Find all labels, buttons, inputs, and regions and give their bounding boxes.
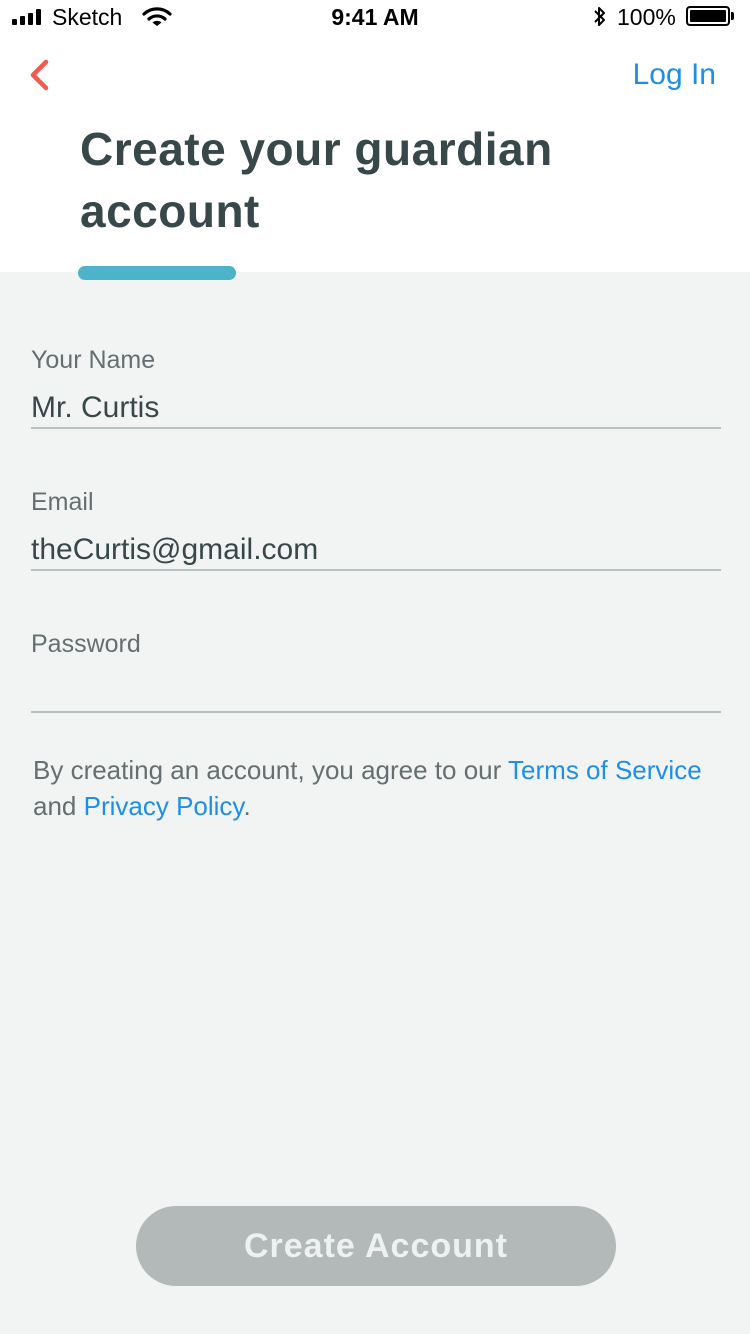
create-account-screen: Sketch 9:41 AM 100% Log In Create your g… — [0, 0, 750, 1334]
battery-fill — [690, 10, 726, 22]
name-field[interactable]: Your Name — [31, 346, 721, 429]
terms-suffix: . — [243, 791, 251, 821]
title-underline — [78, 266, 236, 280]
name-label: Your Name — [31, 346, 156, 374]
battery-cap — [731, 12, 734, 20]
bluetooth-icon — [592, 4, 608, 36]
privacy-policy-link[interactable]: Privacy Policy — [84, 791, 244, 821]
status-bar: Sketch 9:41 AM 100% — [0, 0, 750, 36]
terms-of-service-link[interactable]: Terms of Service — [508, 755, 702, 785]
name-input[interactable] — [31, 389, 721, 427]
email-label: Email — [31, 488, 94, 516]
create-account-button[interactable]: Create Account — [136, 1206, 616, 1286]
back-button[interactable] — [22, 56, 62, 96]
password-label: Password — [31, 630, 141, 658]
terms-middle: and — [33, 791, 84, 821]
terms-text: By creating an account, you agree to our… — [33, 752, 713, 824]
chevron-left-icon — [30, 59, 49, 91]
password-input[interactable] — [31, 673, 721, 711]
email-field[interactable]: Email — [31, 488, 721, 571]
password-field[interactable]: Password — [31, 630, 721, 713]
terms-prefix: By creating an account, you agree to our — [33, 755, 509, 785]
page-title: Create your guardian account — [80, 123, 553, 237]
battery-percent: 100% — [617, 4, 676, 30]
login-link[interactable]: Log In — [633, 58, 716, 92]
email-input[interactable] — [31, 531, 721, 569]
battery-icon — [686, 6, 730, 26]
